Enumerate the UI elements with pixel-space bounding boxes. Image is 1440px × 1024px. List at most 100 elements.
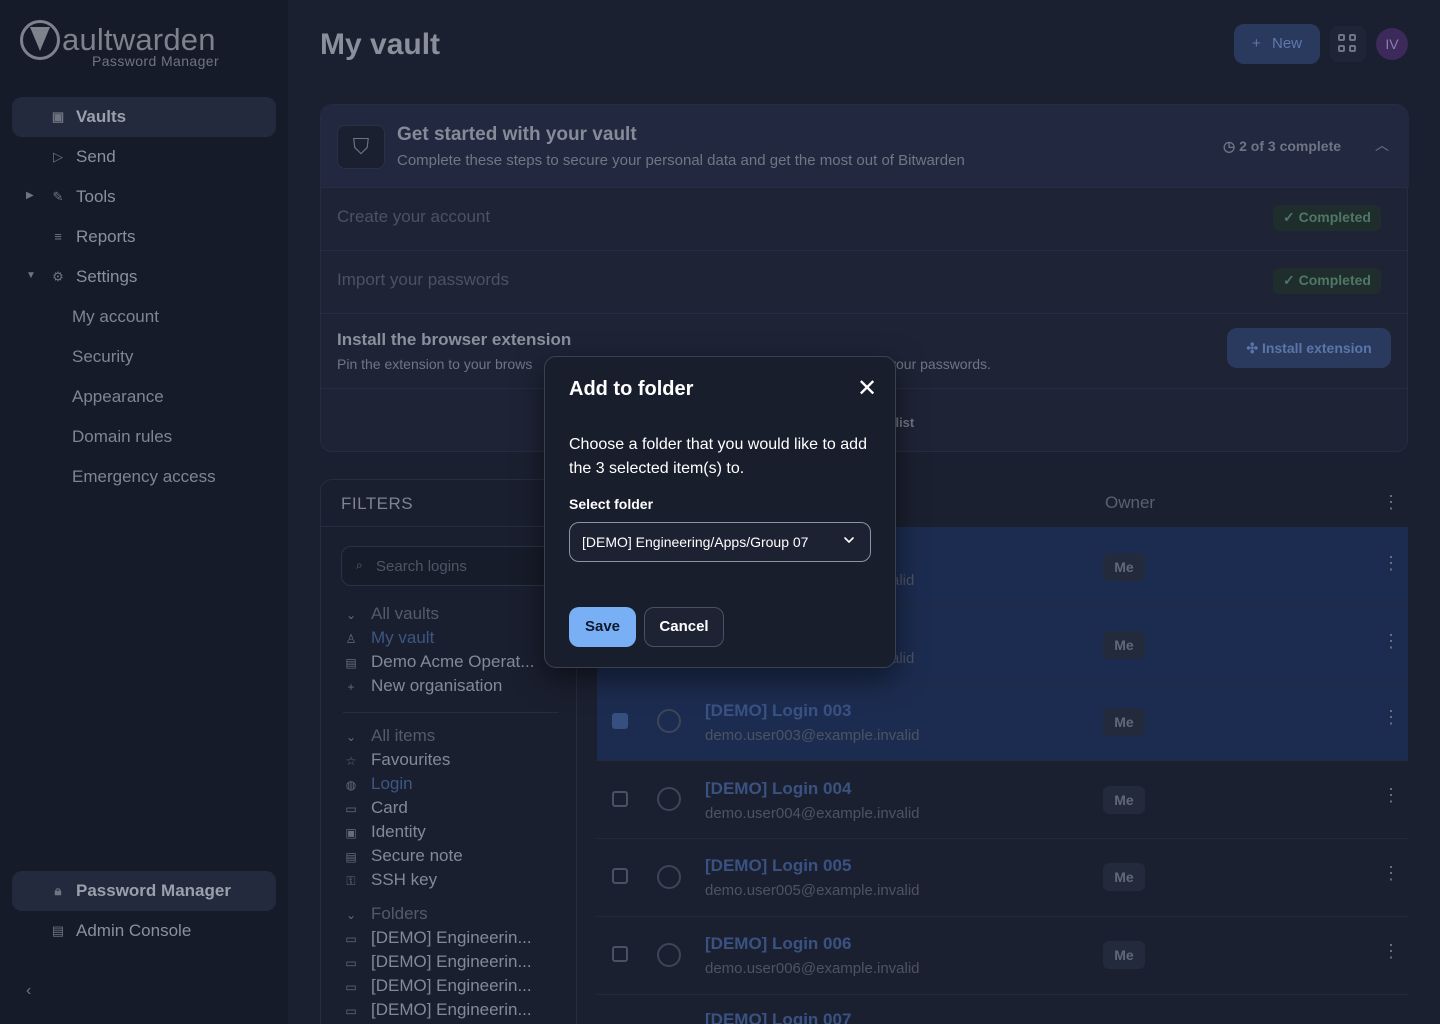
row-checkbox[interactable] bbox=[612, 713, 628, 729]
row-checkbox[interactable] bbox=[612, 791, 628, 807]
plus-icon: + bbox=[347, 680, 355, 694]
filter-folder[interactable]: ▭ [DEMO] Engineerin... bbox=[343, 928, 531, 948]
filter-folder[interactable]: ▭ [DEMO] Engineerin... bbox=[343, 976, 532, 996]
search-input[interactable]: ⌕ Search logins bbox=[341, 546, 571, 586]
row-name[interactable]: [DEMO] Login 007 bbox=[705, 1010, 851, 1024]
status-badge-text: Completed bbox=[1298, 209, 1371, 225]
filter-all-items[interactable]: ⌄ All items bbox=[343, 726, 435, 746]
step-description-end: your passwords. bbox=[889, 356, 991, 372]
filter-label: [DEMO] Engineerin... bbox=[371, 976, 532, 995]
filter-login[interactable]: ◍ Login bbox=[343, 774, 413, 794]
avatar[interactable]: IV bbox=[1376, 28, 1408, 60]
filter-identity[interactable]: ▣ Identity bbox=[343, 822, 426, 842]
getting-started-header[interactable]: ⛉ Get started with your vault Complete t… bbox=[321, 105, 1409, 187]
status-badge-text: Completed bbox=[1298, 272, 1371, 288]
filter-folder[interactable]: ▭ [DEMO] Engineerin... bbox=[343, 1000, 531, 1020]
row-checkbox[interactable] bbox=[612, 946, 628, 962]
sidebar-item-vaults[interactable]: ▣ Vaults bbox=[12, 97, 276, 137]
product-password-manager[interactable]: 🔒︎ Password Manager bbox=[12, 871, 276, 911]
owner-badge: Me bbox=[1103, 553, 1145, 581]
filters-heading: FILTERS bbox=[341, 494, 414, 513]
globe-icon: ◍ bbox=[345, 778, 357, 792]
chevron-down-icon bbox=[844, 537, 854, 543]
product-admin-console[interactable]: ▤ Admin Console bbox=[12, 911, 276, 951]
filter-my-vault[interactable]: ♙ My vault bbox=[343, 628, 435, 648]
row-options-icon[interactable]: ⋮ bbox=[1382, 553, 1400, 574]
vaultwarden-logo[interactable]: aultwarden Password Manager bbox=[20, 18, 230, 70]
close-icon[interactable]: ✕ bbox=[855, 377, 879, 401]
sidebar-subitem-security[interactable]: Security bbox=[72, 347, 133, 367]
table-row[interactable]: [DEMO] Login 007 bbox=[597, 995, 1408, 1024]
sidebar: aultwarden Password Manager ▣ Vaults ▷ S… bbox=[0, 0, 288, 1024]
sidebar-item-reports[interactable]: ≡ Reports bbox=[12, 217, 276, 257]
filter-card[interactable]: ▭ Card bbox=[343, 798, 408, 818]
grid-icon bbox=[1338, 34, 1345, 41]
filter-secure-note[interactable]: ▤ Secure note bbox=[343, 846, 462, 866]
row-options-icon[interactable]: ⋮ bbox=[1382, 863, 1400, 884]
select-folder-label: Select folder bbox=[569, 496, 654, 512]
owner-badge: Me bbox=[1103, 863, 1145, 891]
sidebar-subitem-emergency-access[interactable]: Emergency access bbox=[72, 467, 216, 487]
logo-subtitle: Password Manager bbox=[92, 53, 220, 69]
row-options-icon[interactable]: ⋮ bbox=[1382, 785, 1400, 806]
filter-folders-heading[interactable]: ⌄ Folders bbox=[343, 904, 428, 924]
clock-icon: ◷ bbox=[1223, 138, 1240, 154]
filter-ssh-key[interactable]: ⚿ SSH key bbox=[343, 870, 437, 890]
new-button[interactable]: + New bbox=[1234, 24, 1320, 64]
caret-down-icon: ▼ bbox=[26, 270, 36, 281]
table-row[interactable]: [DEMO] Login 005 demo.user005@example.in… bbox=[597, 839, 1408, 917]
grid-icon bbox=[1349, 45, 1356, 52]
globe-icon bbox=[657, 787, 681, 811]
folder-select[interactable]: [DEMO] Engineering/Apps/Group 07 bbox=[569, 522, 871, 562]
grid-icon bbox=[1338, 45, 1345, 52]
filter-folder[interactable]: ▭ [DEMO] Engineerin... bbox=[343, 952, 531, 972]
filter-label: Folders bbox=[371, 904, 428, 923]
globe-icon bbox=[657, 709, 681, 733]
filter-all-vaults[interactable]: ⌄ All vaults bbox=[343, 604, 439, 624]
row-name[interactable]: [DEMO] Login 005 bbox=[705, 856, 851, 876]
install-extension-button[interactable]: ✣ Install extension bbox=[1227, 328, 1391, 368]
send-icon: ▷ bbox=[53, 149, 63, 164]
row-name[interactable]: [DEMO] Login 004 bbox=[705, 779, 851, 799]
owner-column-header[interactable]: Owner bbox=[1105, 493, 1155, 513]
caret-right-icon: ▶ bbox=[26, 190, 34, 201]
sidebar-subitem-my-account[interactable]: My account bbox=[72, 307, 159, 327]
sidebar-item-settings[interactable]: ▼ ⚙ Settings bbox=[12, 257, 276, 297]
table-row[interactable]: [DEMO] Login 006 demo.user006@example.in… bbox=[597, 917, 1408, 995]
sidebar-subitem-domain-rules[interactable]: Domain rules bbox=[72, 427, 172, 447]
product-label: Admin Console bbox=[76, 921, 192, 940]
row-email: demo.user003@example.invalid bbox=[705, 727, 920, 744]
building-icon: ▤ bbox=[345, 656, 357, 670]
row-options-icon[interactable]: ⋮ bbox=[1382, 707, 1400, 728]
row-options-icon[interactable]: ⋮ bbox=[1382, 941, 1400, 962]
row-name[interactable]: [DEMO] Login 006 bbox=[705, 934, 851, 954]
row-options-icon[interactable]: ⋮ bbox=[1382, 631, 1400, 652]
table-row[interactable]: [DEMO] Login 004 demo.user004@example.in… bbox=[597, 761, 1408, 839]
save-button[interactable]: Save bbox=[569, 607, 636, 647]
filter-new-organisation[interactable]: + New organisation bbox=[343, 676, 502, 696]
search-placeholder: Search logins bbox=[376, 558, 467, 575]
folder-select-value: [DEMO] Engineering/Apps/Group 07 bbox=[582, 534, 809, 550]
collapse-sidebar-icon[interactable]: ‹ bbox=[26, 982, 31, 1000]
chevron-down-icon: ⌄ bbox=[345, 908, 357, 922]
row-checkbox[interactable] bbox=[612, 868, 628, 884]
filter-label: Identity bbox=[371, 822, 426, 841]
sidebar-subitem-appearance[interactable]: Appearance bbox=[72, 387, 164, 407]
chevron-up-icon[interactable]: ︿ bbox=[1375, 135, 1389, 155]
sidebar-item-tools[interactable]: ▶ ✎ Tools bbox=[12, 177, 276, 217]
step-description-start: Pin the extension to your brows bbox=[337, 356, 533, 372]
more-options-icon[interactable]: ⋮ bbox=[1382, 492, 1400, 513]
sidebar-item-send[interactable]: ▷ Send bbox=[12, 137, 276, 177]
sidebar-item-label: Reports bbox=[76, 227, 136, 246]
table-row[interactable]: [DEMO] Login 003 demo.user003@example.in… bbox=[597, 683, 1408, 761]
app-switcher-button[interactable] bbox=[1330, 26, 1366, 62]
wrench-icon: ✎ bbox=[52, 189, 64, 204]
filter-org-demo-acme[interactable]: ▤ Demo Acme Operat... bbox=[343, 652, 534, 672]
progress-text: 2 of 3 complete bbox=[1239, 138, 1342, 154]
shield-icon: ⛉ bbox=[337, 125, 385, 169]
cancel-button[interactable]: Cancel bbox=[644, 607, 724, 647]
row-name[interactable]: [DEMO] Login 003 bbox=[705, 701, 851, 721]
sidebar-item-label: Send bbox=[76, 147, 116, 166]
filter-favourites[interactable]: ☆ Favourites bbox=[343, 750, 451, 770]
globe-icon bbox=[657, 943, 681, 967]
